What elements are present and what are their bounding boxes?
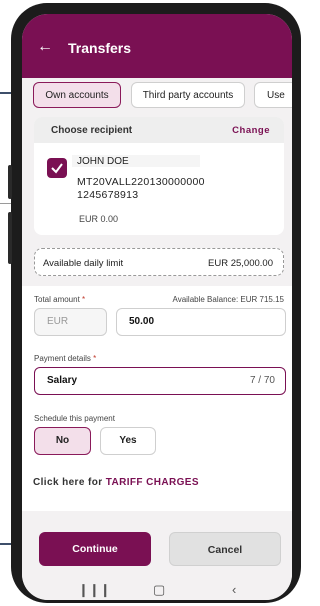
daily-limit-box: Available daily limit EUR 25,000.00 [34, 248, 284, 276]
recent-apps-icon[interactable]: ❙❙❙ [78, 582, 111, 598]
home-icon[interactable]: ▢ [153, 582, 165, 598]
arrow-left-icon[interactable]: ← [37, 38, 53, 56]
recipient-account-number: MT20VALL220130000000 1245678913 [77, 176, 217, 202]
recipient-card-header: Choose recipient Change [34, 117, 284, 143]
currency-field: EUR [34, 308, 107, 336]
page-title: Transfers [68, 40, 132, 56]
tariff-prefix: Click here for [33, 477, 103, 488]
daily-limit-label: Available daily limit [43, 258, 124, 269]
tariff-charges-link[interactable]: Click here for TARIFF CHARGES [33, 477, 199, 488]
app-header: ← Transfers [22, 14, 292, 78]
recipient-card: Choose recipient Change JOHN DOE MT20VAL… [34, 117, 284, 235]
checkmark-icon [51, 163, 63, 174]
schedule-yes-button[interactable]: Yes [100, 427, 156, 455]
payment-details-label-text: Payment details [34, 354, 91, 363]
continue-button[interactable]: Continue [39, 532, 151, 566]
amount-input[interactable]: 50.00 [116, 308, 286, 336]
total-amount-label: Total amount * [34, 295, 85, 304]
tab-use[interactable]: Use [254, 82, 292, 108]
account-line-2: 1245678913 [77, 189, 139, 201]
back-chevron-icon[interactable]: ‹ [232, 582, 236, 597]
payment-details-label: Payment details * [34, 354, 96, 363]
app-screen: ← Transfers Own accounts Third party acc… [22, 14, 292, 600]
character-counter: 7 / 70 [249, 375, 275, 386]
required-mark: * [82, 295, 86, 304]
schedule-no-button[interactable]: No [34, 427, 91, 455]
recipient-balance: EUR 0.00 [79, 214, 119, 224]
daily-limit-value: EUR 25,000.00 [208, 258, 273, 269]
available-balance-label: Available Balance: EUR 715.15 [172, 295, 284, 304]
tab-third-party-accounts[interactable]: Third party accounts [131, 82, 245, 108]
choose-recipient-label: Choose recipient [51, 125, 133, 136]
change-recipient-link[interactable]: Change [232, 125, 270, 136]
account-line-1: MT20VALL220130000000 [77, 176, 205, 188]
required-mark: * [93, 354, 97, 363]
volume-button [8, 165, 12, 199]
recipient-name: JOHN DOE [77, 156, 129, 167]
total-amount-label-text: Total amount [34, 295, 80, 304]
recipient-checkbox[interactable] [47, 158, 67, 178]
payment-details-input[interactable]: Salary 7 / 70 [34, 367, 286, 395]
tab-own-accounts[interactable]: Own accounts [33, 82, 121, 108]
power-button [8, 212, 12, 264]
payment-details-value: Salary [47, 375, 78, 386]
schedule-payment-label: Schedule this payment [34, 414, 115, 423]
tariff-link-text[interactable]: TARIFF CHARGES [106, 477, 199, 488]
cancel-button[interactable]: Cancel [169, 532, 281, 566]
